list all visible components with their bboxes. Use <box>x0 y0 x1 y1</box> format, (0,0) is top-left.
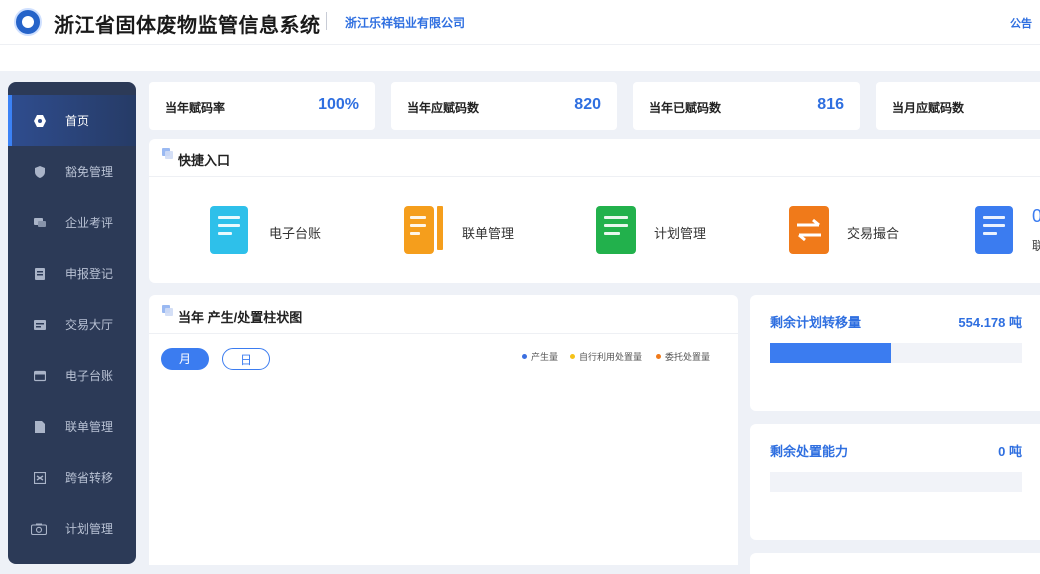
sidebar: 首页 豁免管理 企业考评 申报登记 交易大厅 电子台账 联单管理 跨省转移 计划… <box>8 82 136 564</box>
sidebar-item-cross-province[interactable]: 跨省转移 <box>8 452 136 503</box>
header-spacer <box>0 44 1040 71</box>
section-title-icon <box>162 305 174 317</box>
top-header: 浙江省固体废物监管信息系统 浙江乐祥铝业有限公司 公告 <box>0 0 1040 44</box>
panel-divider <box>149 176 1040 177</box>
camera-icon <box>30 523 48 535</box>
sidebar-item-e-ledger[interactable]: 电子台账 <box>8 350 136 401</box>
sidebar-item-label: 交易大厅 <box>65 318 114 332</box>
sidebar-item-label: 企业考评 <box>65 216 114 230</box>
stat-card-annual-coding-rate: 当年赋码率 100% <box>149 82 375 130</box>
remaining-capacity-title: 剩余处置能力 <box>770 444 849 459</box>
remaining-capacity-value: 0 吨 <box>998 444 1022 459</box>
quick-access-manifest[interactable]: 联单管理 <box>404 206 524 254</box>
next-card <box>750 553 1040 574</box>
chat-icon <box>34 217 46 229</box>
quick-access-e-ledger[interactable]: 电子台账 <box>210 206 330 254</box>
stat-card-monthly-required-codes: 当月应赋码数 <box>876 82 1040 130</box>
chart-title: 当年 产生/处置柱状图 <box>178 310 303 325</box>
legend-dot-icon <box>656 354 661 359</box>
trade-icon <box>34 319 46 331</box>
legend-self-disposal[interactable]: 自行利用处置量 <box>570 350 642 363</box>
stat-card-annual-required-codes: 当年应赋码数 820 <box>391 82 617 130</box>
sidebar-item-home[interactable]: 首页 <box>8 95 136 146</box>
legend-entrusted-disposal[interactable]: 委托处置量 <box>656 350 710 363</box>
stat-value: 100% <box>318 96 359 113</box>
sidebar-item-plan[interactable]: 计划管理 <box>8 503 136 554</box>
stat-label: 当年已赋码数 <box>649 101 722 115</box>
stat-label: 当月应赋码数 <box>892 101 965 115</box>
quick-access-label: 联 <box>1032 239 1040 253</box>
progress-fill <box>770 343 891 363</box>
sidebar-item-trade-hall[interactable]: 交易大厅 <box>8 299 136 350</box>
header-divider <box>326 12 327 30</box>
toggle-day-button[interactable]: 日 <box>222 348 270 370</box>
sidebar-item-label: 申报登记 <box>65 267 114 281</box>
quick-access-count: 0 <box>1032 206 1040 226</box>
legend-dot-icon <box>522 354 527 359</box>
quick-access-label: 联单管理 <box>462 226 515 241</box>
system-title: 浙江省固体废物监管信息系统 <box>54 15 321 37</box>
stat-value: 820 <box>574 96 601 113</box>
sidebar-item-exemption[interactable]: 豁免管理 <box>8 146 136 197</box>
form-icon <box>34 267 46 280</box>
sidebar-item-declaration[interactable]: 申报登记 <box>8 248 136 299</box>
stat-value: 816 <box>817 96 844 113</box>
quick-access-label: 电子台账 <box>269 226 322 241</box>
remaining-transfer-title: 剩余计划转移量 <box>770 315 862 330</box>
stat-label: 当年赋码率 <box>165 101 226 115</box>
pen-icon <box>437 206 443 250</box>
quick-access-plan[interactable]: 计划管理 <box>596 206 716 254</box>
home-icon <box>34 114 46 127</box>
quick-access-trade-match[interactable]: 交易撮合 <box>789 206 909 254</box>
notice-link[interactable]: 公告 <box>1010 15 1032 31</box>
company-name: 浙江乐祥铝业有限公司 <box>345 16 466 30</box>
section-title-icon <box>162 148 174 160</box>
legend-dot-icon <box>570 354 575 359</box>
sidebar-item-manifest[interactable]: 联单管理 <box>8 401 136 452</box>
toggle-month-button[interactable]: 月 <box>161 348 209 370</box>
sidebar-item-label: 豁免管理 <box>65 165 114 179</box>
shield-icon <box>34 165 46 178</box>
file-icon <box>34 420 46 433</box>
sidebar-item-label: 跨省转移 <box>65 471 114 485</box>
sidebar-item-evaluation[interactable]: 企业考评 <box>8 197 136 248</box>
transfer-icon <box>33 471 47 484</box>
logo-icon <box>14 8 42 36</box>
remaining-transfer-progress <box>770 343 1022 363</box>
remaining-transfer-value: 554.178 吨 <box>958 315 1022 330</box>
legend-production[interactable]: 产生量 <box>522 350 558 363</box>
panel-divider <box>149 333 738 334</box>
quick-access-manifest-2[interactable]: 0 联 <box>975 206 1040 254</box>
quick-access-label: 交易撮合 <box>847 226 900 241</box>
stat-label: 当年应赋码数 <box>407 101 480 115</box>
exchange-icon <box>789 206 829 254</box>
document-icon <box>975 206 1013 254</box>
quick-access-title: 快捷入口 <box>178 153 231 168</box>
sidebar-item-label: 首页 <box>65 114 90 128</box>
sidebar-item-label: 电子台账 <box>65 369 114 383</box>
stat-card-annual-assigned-codes: 当年已赋码数 816 <box>633 82 860 130</box>
sidebar-item-label: 联单管理 <box>65 420 114 434</box>
window-icon <box>33 370 47 382</box>
manifest-icon <box>404 206 434 254</box>
quick-access-label: 计划管理 <box>654 226 707 241</box>
remaining-capacity-progress <box>770 472 1022 492</box>
chart-panel <box>149 295 738 565</box>
ledger-icon <box>210 206 248 254</box>
plan-icon <box>596 206 636 254</box>
sidebar-item-label: 计划管理 <box>65 522 114 536</box>
